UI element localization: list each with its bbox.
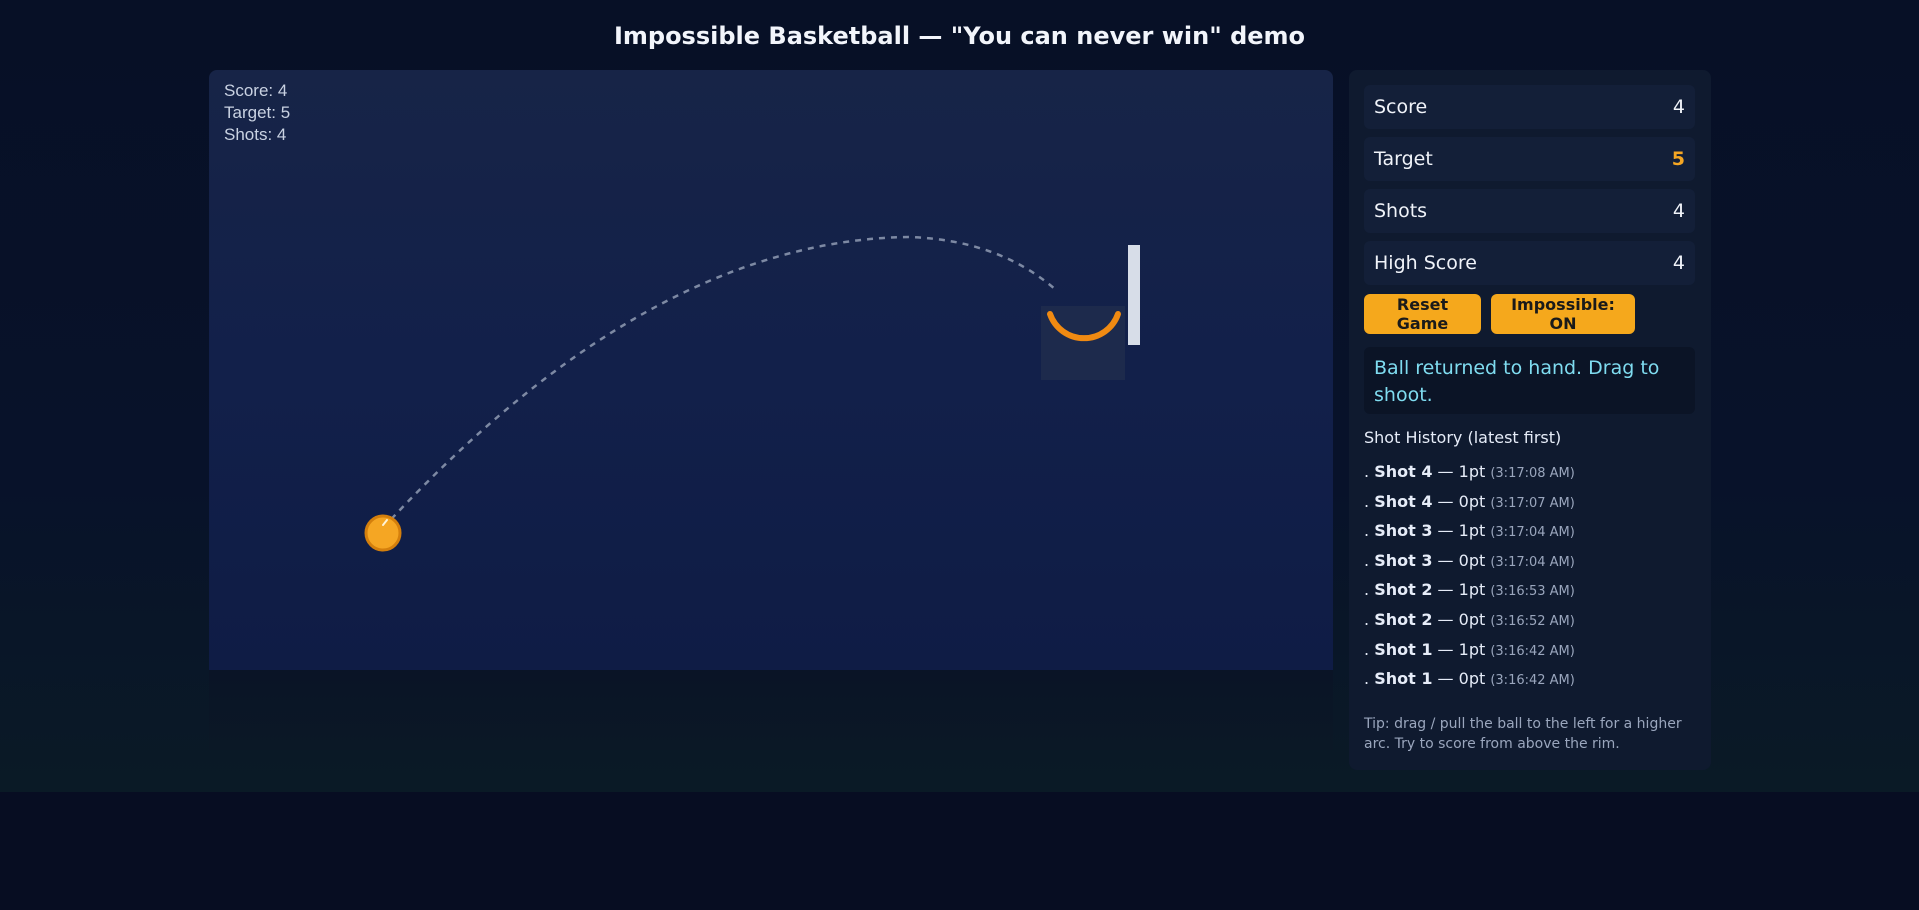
stat-label: Shots	[1374, 200, 1428, 222]
stat-label: Score	[1374, 96, 1428, 118]
history-separator: —	[1437, 639, 1454, 659]
game-court[interactable]: Score: 4 Target: 5 Shots: 4	[209, 70, 1333, 670]
stat-target: Target 5	[1364, 137, 1695, 181]
history-time: (3:17:04 AM)	[1490, 554, 1575, 570]
court-canvas	[364, 235, 1140, 552]
stat-label: Target	[1374, 148, 1433, 170]
history-shot: Shot 4	[1374, 462, 1433, 481]
history-shot: Shot 2	[1374, 580, 1433, 600]
page-title: Impossible Basketball — "You can never w…	[613, 22, 1306, 50]
reset-game-button[interactable]: Reset Game	[1364, 294, 1481, 334]
history-shot: Shot 1	[1374, 669, 1433, 689]
history-points: 1pt	[1458, 462, 1486, 481]
hoop-icon	[1041, 245, 1140, 380]
history-time: (3:17:04 AM)	[1490, 525, 1575, 541]
stat-high-score: High Score 4	[1364, 241, 1695, 285]
history-prefix: .	[1364, 609, 1370, 629]
history-points: 0pt	[1458, 550, 1486, 570]
history-item: . Shot 4 — 0pt (3:17:07 AM)	[1364, 492, 1704, 522]
backboard	[1128, 245, 1140, 345]
history-item: . Shot 4 — 1pt (3:17:08 AM)	[1364, 462, 1704, 492]
history-separator: —	[1437, 580, 1454, 600]
stat-shots: Shots 4	[1364, 189, 1695, 233]
stat-label: High Score	[1374, 252, 1477, 274]
history-prefix: .	[1364, 521, 1370, 541]
history-separator: —	[1437, 491, 1454, 511]
history-prefix: .	[1364, 462, 1370, 481]
history-separator: —	[1437, 550, 1454, 570]
history-time: (3:16:52 AM)	[1490, 613, 1575, 629]
history-points: 1pt	[1458, 580, 1486, 600]
history-prefix: .	[1364, 669, 1370, 689]
history-item: . Shot 2 — 1pt (3:16:53 AM)	[1364, 580, 1704, 610]
history-points: 1pt	[1458, 521, 1486, 541]
stat-value: 4	[1672, 200, 1685, 222]
stat-value: 4	[1672, 252, 1685, 274]
stat-value: 5	[1671, 148, 1685, 170]
history-time: (3:17:07 AM)	[1490, 495, 1575, 511]
history-points: 0pt	[1458, 609, 1486, 629]
history-time: (3:17:08 AM)	[1490, 466, 1575, 481]
history-shot: Shot 1	[1374, 639, 1433, 659]
history-prefix: .	[1364, 550, 1370, 570]
history-item: . Shot 1 — 0pt (3:16:42 AM)	[1364, 669, 1704, 699]
history-separator: —	[1437, 609, 1454, 629]
history-item: . Shot 3 — 1pt (3:17:04 AM)	[1364, 521, 1704, 551]
history-separator: —	[1437, 462, 1454, 481]
shot-history-list: . Shot 4 — 1pt (3:17:08 AM) . Shot 4 — 0…	[1364, 462, 1704, 699]
trajectory-icon	[382, 235, 1057, 529]
history-shot: Shot 2	[1374, 609, 1433, 629]
stat-value: 4	[1672, 96, 1685, 118]
history-separator: —	[1437, 669, 1454, 689]
history-time: (3:16:53 AM)	[1490, 584, 1575, 600]
history-item: . Shot 1 — 1pt (3:16:42 AM)	[1364, 640, 1704, 670]
history-separator: —	[1437, 521, 1454, 541]
history-item: . Shot 2 — 0pt (3:16:52 AM)	[1364, 610, 1704, 640]
history-time: (3:16:42 AM)	[1490, 643, 1575, 659]
history-title: Shot History (latest first)	[1364, 428, 1562, 447]
history-item: . Shot 3 — 0pt (3:17:04 AM)	[1364, 551, 1704, 581]
court-floor	[209, 670, 1333, 750]
impossible-toggle-button[interactable]: Impossible: ON	[1491, 294, 1635, 334]
tip-text: Tip: drag / pull the ball to the left fo…	[1364, 716, 1682, 752]
history-prefix: .	[1364, 639, 1370, 659]
history-shot: Shot 4	[1374, 491, 1433, 511]
history-prefix: .	[1364, 491, 1370, 511]
side-panel: Score 4 Target 5 Shots 4 High Score 4 Re…	[1349, 70, 1711, 770]
history-prefix: .	[1364, 580, 1370, 600]
history-shot: Shot 3	[1374, 550, 1433, 570]
history-points: 1pt	[1458, 639, 1486, 659]
history-points: 0pt	[1458, 491, 1486, 511]
history-shot: Shot 3	[1374, 521, 1433, 541]
status-message: Ball returned to hand. Drag to shoot.	[1364, 347, 1695, 414]
stat-score: Score 4	[1364, 85, 1695, 129]
basketball-icon[interactable]	[364, 514, 402, 552]
history-points: 0pt	[1458, 669, 1486, 689]
history-time: (3:16:42 AM)	[1490, 673, 1575, 689]
